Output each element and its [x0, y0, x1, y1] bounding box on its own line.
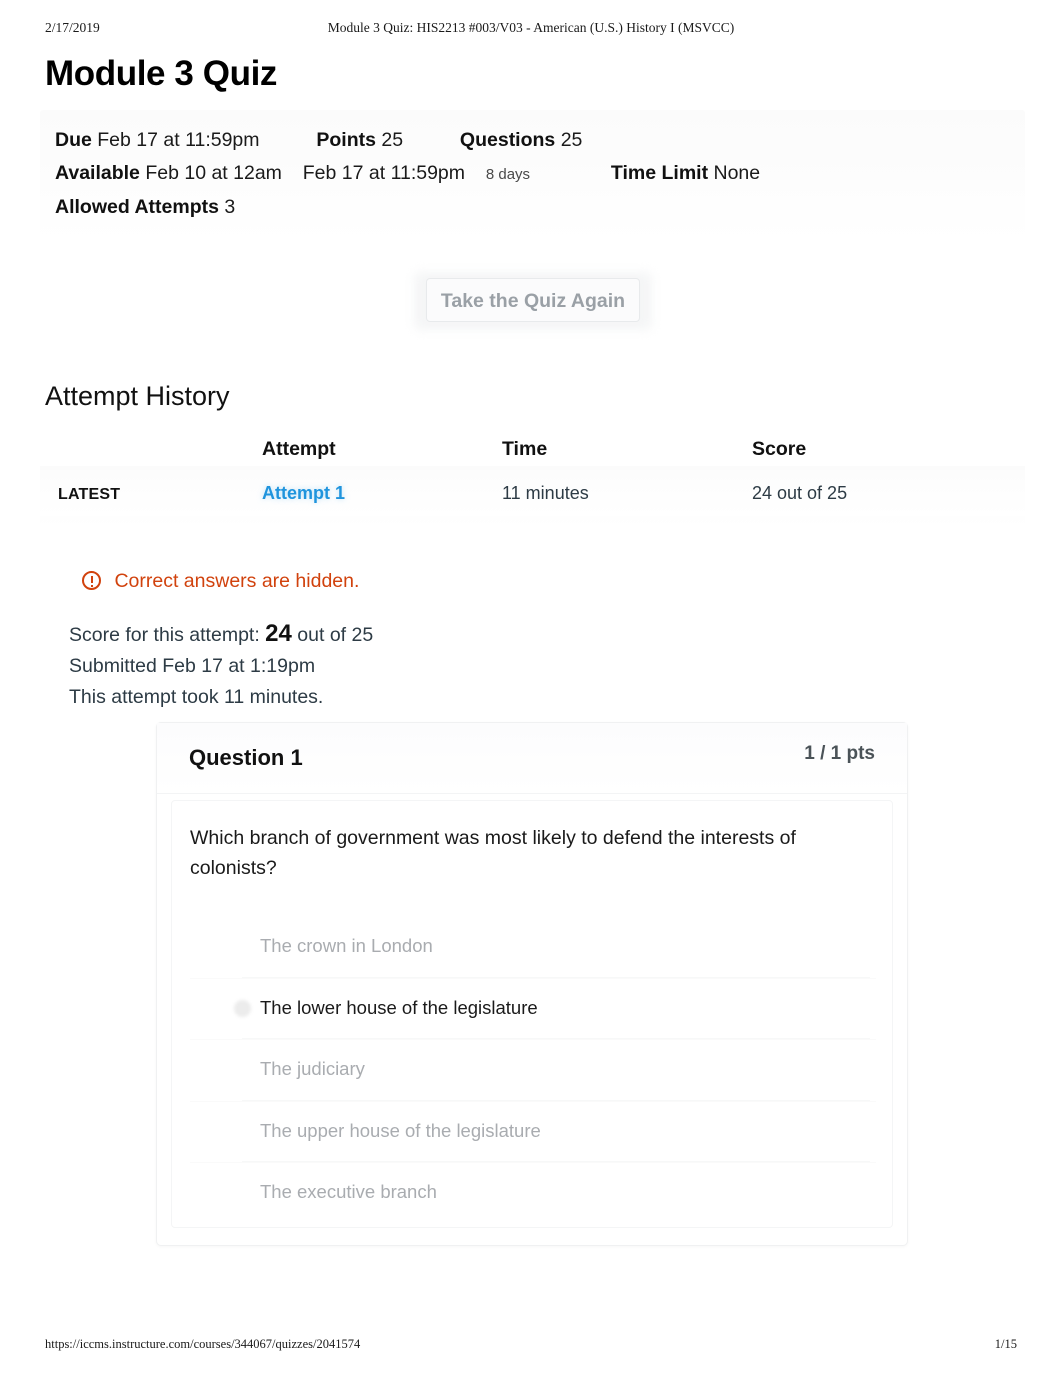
col-header-attempt: Attempt: [262, 438, 336, 460]
correct-answers-hidden-warning: Correct answers are hidden.: [82, 570, 359, 598]
available-from-value: Feb 10 at 12am: [145, 162, 282, 184]
score-suffix: out of 25: [297, 624, 374, 646]
questions-label: Questions: [459, 129, 556, 151]
due-label: Due: [55, 129, 92, 151]
answer-option[interactable]: The executive branch: [190, 1163, 876, 1224]
quiz-meta-line-3: Allowed Attempts 3: [40, 191, 1025, 224]
duration-line: This attempt took 11 minutes.: [69, 686, 324, 708]
page-title: Module 3 Quiz: [45, 54, 278, 93]
question-name: Question 1: [189, 745, 303, 770]
answer-separator: [242, 976, 870, 978]
allowed-attempts-value: 3: [224, 196, 236, 218]
time-limit-label: Time Limit: [610, 162, 709, 184]
submitted-line: Submitted Feb 17 at 1:19pm: [69, 655, 316, 677]
points-value: 25: [381, 129, 404, 151]
question-card: Question 1 1 / 1 pts Which branch of gov…: [156, 722, 908, 1246]
answer-option-label: The upper house of the legislature: [260, 1119, 541, 1141]
attempt-history-table: Attempt Time Score LATEST Attempt 1 11 m…: [40, 428, 1025, 528]
attempt-history-heading: Attempt History: [45, 381, 230, 411]
print-footer: https://iccms.instructure.com/courses/34…: [0, 1337, 1062, 1355]
question-header: Question 1 1 / 1 pts: [157, 723, 907, 794]
latest-badge: LATEST: [58, 470, 258, 518]
due-value: Feb 17 at 11:59pm: [97, 129, 260, 151]
question-text: Which branch of government was most like…: [190, 827, 796, 879]
radio-button-icon: [234, 999, 251, 1017]
col-header-time: Time: [502, 438, 548, 460]
question-points: 1 / 1 pts: [804, 743, 875, 764]
answer-option-label: The executive branch: [260, 1181, 437, 1202]
quiz-metadata-panel: Due Feb 17 at 11:59pm Points 25 Question…: [40, 110, 1025, 242]
time-limit-value: None: [713, 162, 761, 184]
quiz-meta-line-2: Available Feb 10 at 12am Feb 17 at 11:59…: [40, 157, 1025, 191]
question-body: Which branch of government was most like…: [171, 800, 893, 1228]
answer-option-label: The lower house of the legislature: [260, 996, 538, 1018]
latest-badge-label: LATEST: [58, 486, 121, 503]
answer-list: The crown in London The lower house of th…: [190, 917, 876, 1224]
print-document-title: Module 3 Quiz: HIS2213 #003/V03 - Americ…: [327, 20, 735, 35]
attempt-score-summary: Score for this attempt: 24 out of 25 Sub…: [69, 618, 669, 713]
score-prefix: Score for this attempt:: [69, 624, 260, 646]
points-label: Points: [316, 129, 376, 151]
answer-separator: [242, 1099, 870, 1101]
quiz-meta-line-1: Due Feb 17 at 11:59pm Points 25 Question…: [40, 124, 1025, 157]
table-row: LATEST Attempt 1 11 minutes 24 out of 25: [40, 470, 1025, 516]
available-duration: 8 days: [485, 166, 531, 183]
print-page-number: 1/15: [994, 1337, 1017, 1351]
answer-option[interactable]: The lower house of the legislature: [190, 979, 876, 1040]
answer-separator: [242, 1038, 870, 1039]
attempt-score-cell: 24 out of 25: [752, 483, 848, 503]
attempt-time-cell: 11 minutes: [502, 483, 589, 503]
col-header-score: Score: [752, 438, 807, 460]
attempt-1-link[interactable]: Attempt 1: [262, 483, 345, 503]
answer-separator: [242, 1161, 870, 1162]
attempt-history-header-row: Attempt Time Score: [40, 428, 1025, 470]
questions-value: 25: [560, 129, 583, 151]
exclamation-circle-icon: [82, 571, 101, 590]
answer-option-label: The judiciary: [260, 1058, 365, 1079]
score-for-attempt-line: Score for this attempt: 24 out of 25: [69, 618, 669, 651]
score-value: 24: [265, 620, 292, 647]
print-url: https://iccms.instructure.com/courses/34…: [45, 1337, 361, 1351]
take-quiz-again-button[interactable]: Take the Quiz Again: [426, 278, 640, 322]
answer-option-label: The crown in London: [260, 935, 433, 956]
allowed-attempts-label: Allowed Attempts: [55, 196, 219, 218]
correct-answers-hidden-text: Correct answers are hidden.: [114, 570, 360, 592]
answer-option[interactable]: The crown in London: [190, 917, 876, 979]
answer-option[interactable]: The judiciary: [190, 1040, 876, 1102]
available-to-value: Feb 17 at 11:59pm: [302, 162, 466, 184]
print-header: 2/17/2019 Module 3 Quiz: HIS2213 #003/V0…: [0, 20, 1062, 40]
available-label: Available: [55, 162, 140, 184]
answer-option[interactable]: The upper house of the legislature: [190, 1102, 876, 1163]
attempt-cell: Attempt 1: [262, 470, 492, 516]
take-quiz-again-container: Take the Quiz Again: [414, 272, 652, 330]
